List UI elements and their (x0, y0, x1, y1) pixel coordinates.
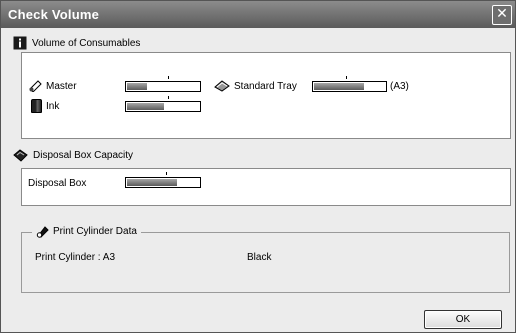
disposal-heading-label: Disposal Box Capacity (33, 150, 134, 161)
info-icon (13, 36, 27, 50)
standard-tray-gauge-fill (314, 83, 364, 90)
disposal-heading: Disposal Box Capacity (13, 149, 133, 162)
ink-gauge-tick (168, 96, 169, 99)
consumables-panel: Master Ink Standard Tray (A3) (21, 52, 511, 139)
standard-tray-gauge-tick (346, 76, 347, 79)
standard-tray-row: Standard Tray (214, 80, 297, 92)
standard-tray-gauge (312, 76, 387, 92)
disposal-box-gauge-fill (127, 179, 177, 186)
paper-tray-icon (214, 80, 230, 92)
standard-tray-label: Standard Tray (234, 80, 297, 92)
print-cylinder-heading: Print Cylinder Data (53, 226, 137, 237)
ink-cartridge-icon (31, 99, 42, 113)
print-cylinder-group: Print Cylinder Data Print Cylinder : A3 … (21, 225, 510, 293)
disposal-panel: Disposal Box (21, 168, 511, 206)
disposal-box-icon (13, 149, 28, 162)
master-row: Master (28, 80, 77, 92)
master-gauge-tick (168, 76, 169, 79)
master-gauge-fill (127, 83, 147, 90)
print-cylinder-legend: Print Cylinder Data (32, 225, 141, 238)
print-cylinder-icon (36, 226, 49, 238)
disposal-box-gauge-tick (166, 172, 167, 175)
close-icon: ✕ (496, 6, 508, 22)
ink-row: Ink (31, 99, 59, 113)
consumables-heading-label: Volume of Consumables (32, 37, 141, 49)
title-bar: Check Volume ✕ (1, 1, 515, 28)
close-button[interactable]: ✕ (492, 5, 512, 25)
ok-button[interactable]: OK (424, 310, 502, 329)
check-volume-dialog: Check Volume ✕ Volume of Consumables Mas… (0, 0, 516, 333)
disposal-box-gauge (125, 172, 201, 188)
standard-tray-paper-size: (A3) (390, 81, 409, 92)
master-roll-icon (29, 80, 42, 92)
dialog-title: Check Volume (8, 7, 100, 22)
master-label: Master (46, 80, 77, 92)
ink-gauge-fill (127, 103, 164, 110)
consumables-heading: Volume of Consumables (13, 36, 140, 50)
disposal-box-label: Disposal Box (28, 178, 87, 189)
print-cylinder-color: Black (247, 252, 272, 263)
print-cylinder-size: Print Cylinder : A3 (35, 252, 116, 263)
ink-label: Ink (46, 100, 60, 112)
master-gauge (125, 76, 201, 92)
ink-gauge (125, 96, 201, 112)
